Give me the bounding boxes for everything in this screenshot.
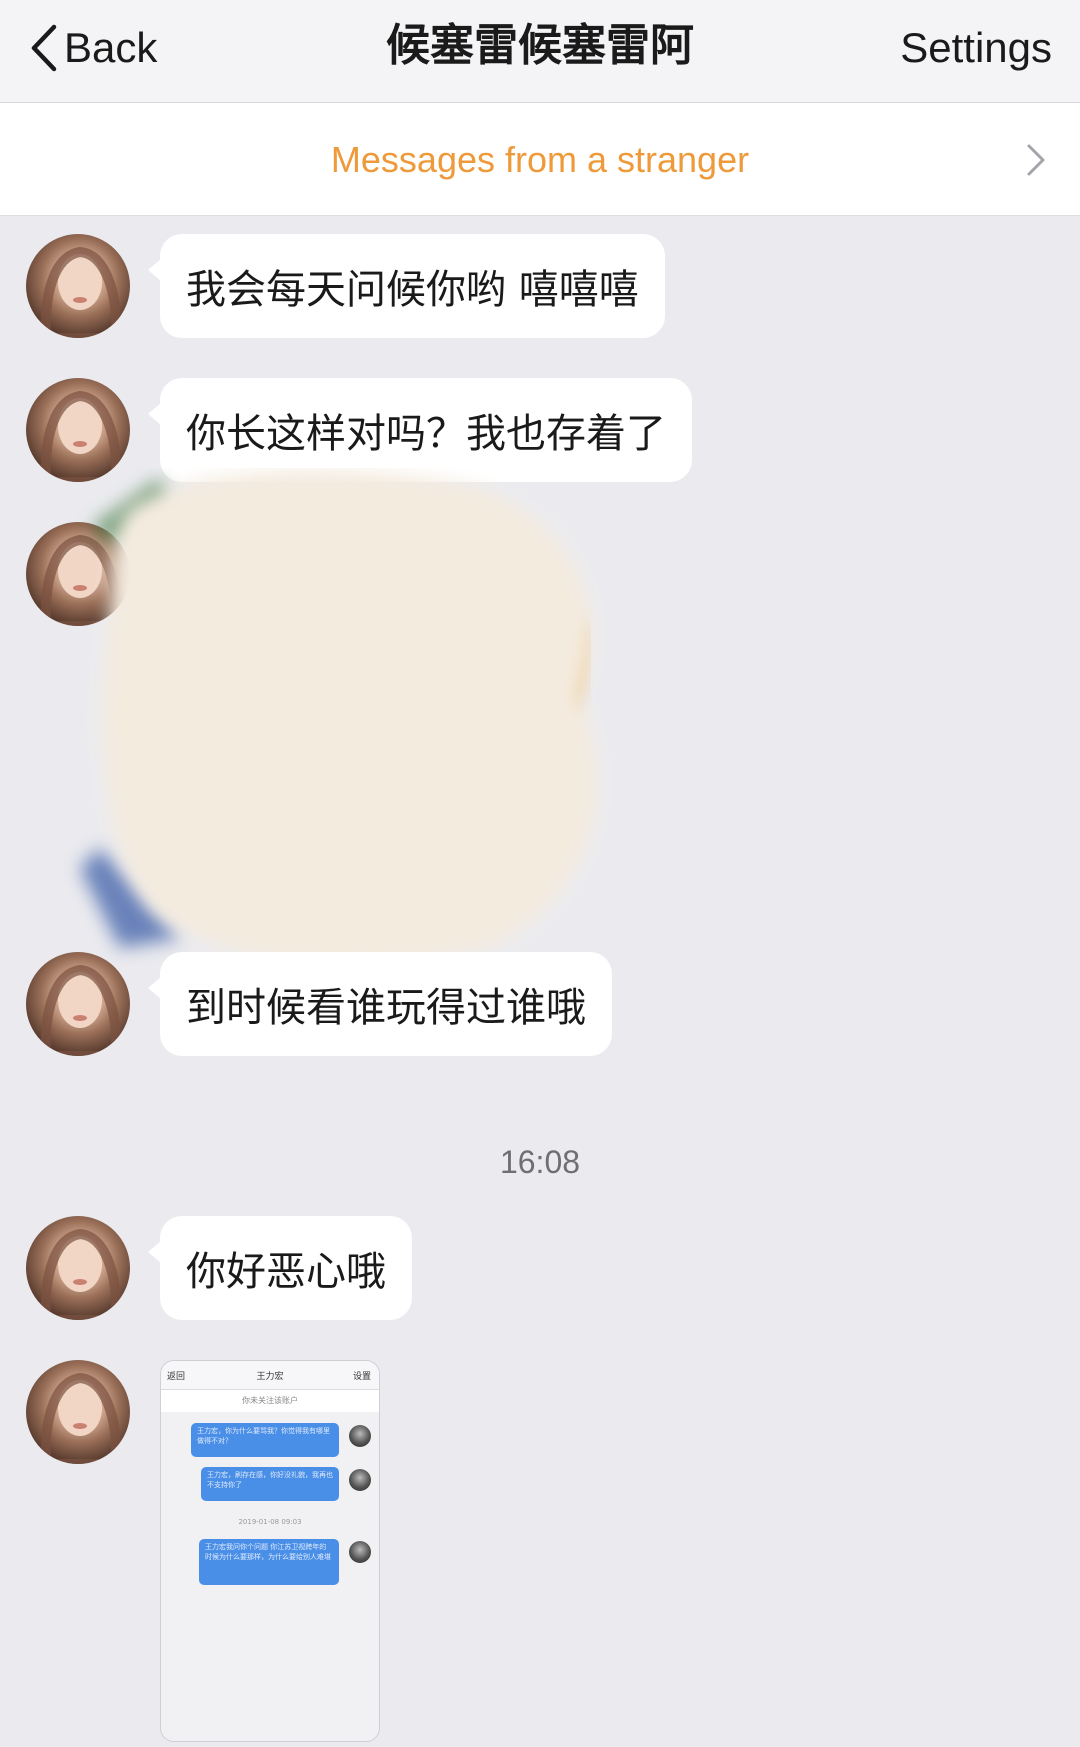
thumb-bubble: 王力宏，你为什么要骂我？你觉得我有哪里做得不对？ [191, 1423, 339, 1457]
settings-button[interactable]: Settings [900, 18, 1052, 78]
image-message[interactable] [60, 468, 620, 968]
chevron-right-icon [1027, 144, 1045, 176]
thumb-avatar [349, 1425, 371, 1447]
message-bubble[interactable]: 我会每天问候你哟 嘻嘻嘻 [148, 234, 665, 338]
message-bubble[interactable]: 你好恶心哦 [148, 1216, 412, 1320]
avatar[interactable] [26, 378, 130, 482]
back-label: Back [64, 24, 158, 71]
avatar[interactable] [26, 234, 130, 338]
stranger-banner[interactable]: Messages from a stranger [0, 103, 1080, 216]
thumb-avatar [349, 1541, 371, 1563]
stranger-banner-text: Messages from a stranger [330, 139, 750, 180]
message-text: 我会每天问候你哟 嘻嘻嘻 [186, 267, 639, 313]
message-bubble[interactable]: 到时候看谁玩得过谁哦 [148, 952, 612, 1056]
avatar[interactable] [26, 1216, 130, 1320]
message-bubble[interactable]: 你长这样对吗？我也存着了 [148, 378, 692, 482]
timestamp: 16:08 [499, 1144, 581, 1180]
message-text: 你长这样对吗？我也存着了 [186, 411, 666, 457]
chat-title: 候塞雷候塞雷阿 [386, 20, 694, 71]
message-text: 你好恶心哦 [186, 1249, 386, 1295]
message-text: 到时候看谁玩得过谁哦 [186, 985, 586, 1031]
thumb-avatar [349, 1469, 371, 1491]
avatar[interactable] [26, 1360, 130, 1464]
avatar[interactable] [26, 952, 130, 1056]
screenshot-image-message[interactable]: 返回 王力宏 设置 你未关注该账户 王力宏，你为什么要骂我？你觉得我有哪里做得不… [160, 1360, 380, 1742]
back-button[interactable]: Back [28, 18, 157, 78]
navigation-bar: Back 候塞雷候塞雷阿 Settings [0, 0, 1080, 103]
thumb-bubble: 王力宏，刷存在感，你好没礼貌，我再也不支持你了 [201, 1467, 339, 1501]
thumb-timestamp: 2019-01-08 09:03 [238, 1518, 302, 1526]
thumb-settings-label: 设置 [352, 1372, 371, 1382]
thumb-banner: 你未关注该账户 [161, 1390, 379, 1412]
chevron-left-icon [31, 24, 57, 72]
thumb-bubble: 王力宏我问你个问题 你江苏卫视跨年的时候为什么要那样，为什么要给别人难堪 [199, 1539, 339, 1585]
thumb-nav-bar: 返回 王力宏 设置 [161, 1361, 379, 1390]
thumb-title: 王力宏 [256, 1372, 284, 1382]
